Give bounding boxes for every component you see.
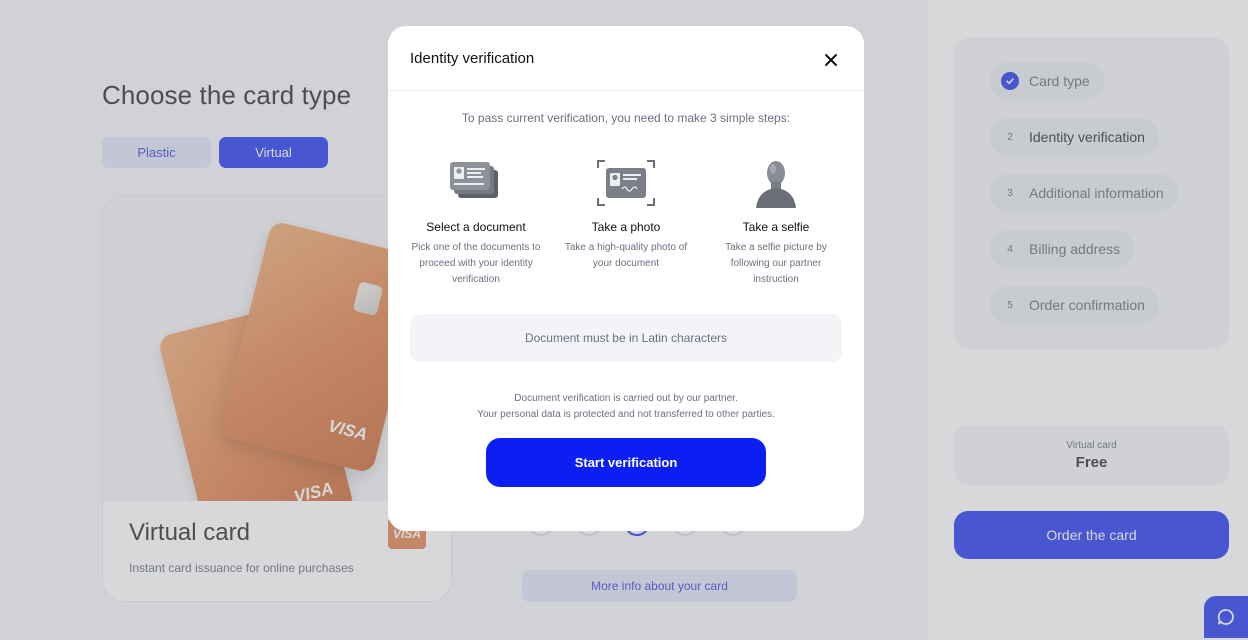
selfie-person-icon bbox=[756, 161, 796, 208]
partner-line-2: Your personal data is protected and not … bbox=[477, 409, 775, 420]
verification-step-photo: Take a photo Take a high-quality photo o… bbox=[558, 158, 694, 272]
step-title: Select a document bbox=[426, 220, 526, 234]
step-title: Take a photo bbox=[591, 220, 661, 234]
partner-disclaimer: Document verification is carried out by … bbox=[388, 391, 864, 423]
modal-header: Identity verification bbox=[388, 26, 864, 91]
step-description: Take a high-quality photo of your docume… bbox=[564, 242, 688, 269]
latin-characters-note: Document must be in Latin characters bbox=[410, 314, 842, 362]
step-description: Pick one of the documents to proceed wit… bbox=[411, 242, 541, 285]
step-description: Take a selfie picture by following our p… bbox=[725, 242, 827, 285]
partner-line-1: Document verification is carried out by … bbox=[514, 393, 738, 404]
modal-title: Identity verification bbox=[410, 50, 535, 67]
camera-frame-icon bbox=[597, 160, 655, 206]
identity-verification-modal: Identity verification To pass current ve… bbox=[388, 26, 864, 531]
id-cards-icon bbox=[450, 162, 498, 198]
verification-step-document: Select a document Pick one of the docume… bbox=[408, 158, 544, 288]
verification-step-selfie: Take a selfie Take a selfie picture by f… bbox=[708, 158, 844, 288]
close-icon[interactable] bbox=[821, 50, 841, 70]
verification-intro: To pass current verification, you need t… bbox=[461, 111, 791, 125]
step-title: Take a selfie bbox=[742, 220, 810, 234]
start-verification-button[interactable]: Start verification bbox=[486, 438, 766, 487]
